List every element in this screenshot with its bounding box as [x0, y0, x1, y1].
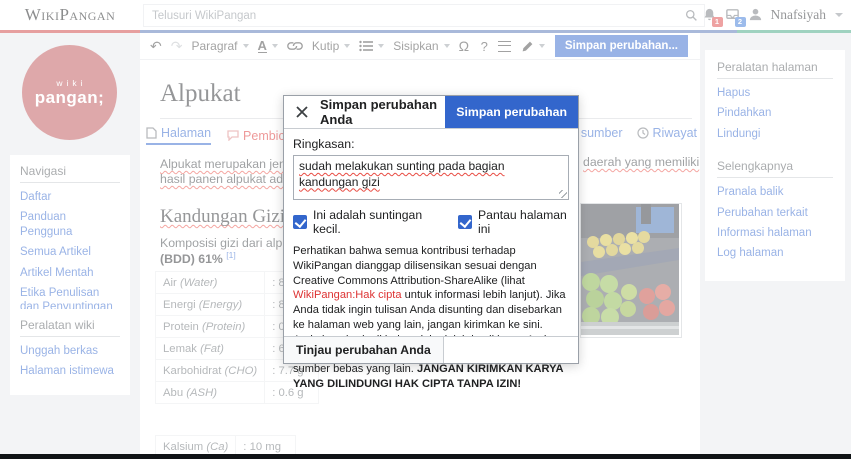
- close-icon[interactable]: [284, 96, 320, 128]
- license-notice: Perhatikan bahwa semua kontribusi terhad…: [293, 244, 569, 392]
- save-changes-button[interactable]: Simpan perubahan: [445, 96, 578, 128]
- review-changes-button[interactable]: Tinjau perubahan Anda: [284, 337, 444, 363]
- dialog-footer: Tinjau perubahan Anda: [284, 336, 578, 363]
- summary-label: Ringkasan:: [293, 137, 569, 151]
- summary-textarea[interactable]: sudah melakukan sunting pada bagian kand…: [293, 155, 569, 200]
- watch-page-checkbox[interactable]: [458, 215, 472, 229]
- watch-page-label: Pantau halaman ini: [478, 208, 569, 236]
- watch-page-option: Pantau halaman ini: [458, 208, 569, 236]
- minor-edit-option: Ini adalah suntingan kecil.: [293, 208, 436, 236]
- minor-edit-label: Ini adalah suntingan kecil.: [313, 208, 436, 236]
- minor-edit-checkbox[interactable]: [293, 215, 307, 229]
- wikipangan-editor-screen: WikiPangan 1 2 Nnafsiyah: [0, 0, 851, 459]
- bottom-window-edge: [0, 454, 851, 459]
- resize-grip-icon[interactable]: [559, 190, 567, 198]
- save-changes-dialog: Simpan perubahan Anda Simpan perubahan R…: [283, 95, 579, 364]
- copyright-link[interactable]: WikiPangan:Hak cipta: [293, 289, 402, 301]
- dialog-title: Simpan perubahan Anda: [320, 96, 445, 128]
- dialog-header: Simpan perubahan Anda Simpan perubahan: [284, 96, 578, 129]
